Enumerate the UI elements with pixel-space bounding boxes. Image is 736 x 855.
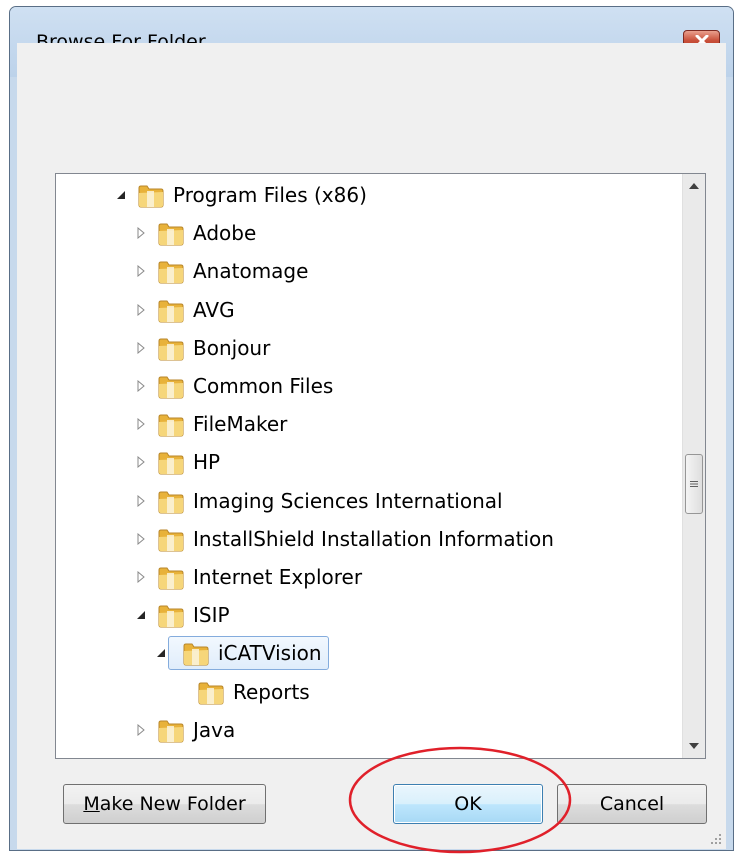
folder-icon xyxy=(157,296,185,324)
tree-item-label: Bonjour xyxy=(193,335,271,360)
tree-item[interactable]: Bonjour xyxy=(134,329,270,367)
folder-icon xyxy=(157,563,185,591)
tree-item-content[interactable]: ISIP xyxy=(148,601,230,629)
tree-item-label: Reports xyxy=(233,679,310,704)
browse-for-folder-dialog: Browse For Folder Program Files (x86) Ado… xyxy=(9,6,734,851)
folder-icon xyxy=(157,487,185,515)
tree-item-label: FileMaker xyxy=(193,412,288,437)
collapsed-triangle-icon[interactable] xyxy=(134,341,148,355)
folder-icon xyxy=(157,525,185,553)
tree-item[interactable]: Reports xyxy=(174,673,310,711)
make-new-folder-button[interactable]: Make New Folder xyxy=(63,784,266,824)
dialog-body: Program Files (x86) Adobe Anatomage AVG Bonj… xyxy=(17,43,726,849)
tree-item-content[interactable]: Bonjour xyxy=(148,334,270,362)
vertical-scrollbar[interactable] xyxy=(682,174,705,758)
tree-item[interactable]: Java xyxy=(134,711,235,749)
tree-item-content[interactable]: FileMaker xyxy=(148,410,287,438)
folder-icon xyxy=(157,334,185,362)
folder-icon xyxy=(157,257,185,285)
tree-item-label: Adobe xyxy=(193,221,257,246)
tree-item-label: Anatomage xyxy=(193,259,309,284)
collapsed-triangle-icon[interactable] xyxy=(134,379,148,393)
arrow-up-icon xyxy=(689,183,699,189)
make-new-folder-mnemonic: M xyxy=(83,793,100,815)
cancel-label: Cancel xyxy=(599,793,665,815)
tree-item[interactable]: Anatomage xyxy=(134,252,308,290)
folder-icon xyxy=(157,601,185,629)
tree-item-label: InstallShield Installation Information xyxy=(193,526,554,551)
tree-item-content[interactable]: iCATVision xyxy=(168,636,329,671)
scroll-thumb[interactable] xyxy=(685,454,703,514)
resize-grip-icon[interactable] xyxy=(710,833,722,845)
collapsed-triangle-icon[interactable] xyxy=(134,570,148,584)
tree-item-content[interactable]: Imaging Sciences International xyxy=(148,487,503,515)
tree-item-label: ISIP xyxy=(193,603,230,628)
folder-icon xyxy=(157,448,185,476)
folder-icon xyxy=(137,181,165,209)
tree-item[interactable]: Common Files xyxy=(134,367,333,405)
folder-icon xyxy=(157,219,185,247)
scroll-down-button[interactable] xyxy=(683,734,705,758)
ok-label: OK xyxy=(454,793,482,815)
tree-item-content[interactable]: Java xyxy=(148,716,235,744)
folder-icon xyxy=(157,410,185,438)
grip-lines-icon xyxy=(690,481,698,487)
tree-item[interactable]: FileMaker xyxy=(134,405,287,443)
tree-item-content[interactable]: AVG xyxy=(148,296,235,324)
tree-item-content[interactable]: Common Files xyxy=(148,372,333,400)
folder-icon xyxy=(157,372,185,400)
tree-item[interactable]: Internet Explorer xyxy=(134,558,362,596)
folder-tree[interactable]: Program Files (x86) Adobe Anatomage AVG Bonj… xyxy=(55,173,706,759)
scroll-up-button[interactable] xyxy=(683,174,705,198)
collapsed-triangle-icon[interactable] xyxy=(134,264,148,278)
tree-item-label: Imaging Sciences International xyxy=(193,488,503,513)
expanded-triangle-icon[interactable] xyxy=(154,646,168,660)
expanded-triangle-icon[interactable] xyxy=(114,188,128,202)
tree-item[interactable]: iCATVision xyxy=(154,634,329,672)
tree-item-content[interactable]: Program Files (x86) xyxy=(128,181,367,209)
tree-item[interactable]: HP xyxy=(134,443,220,481)
tree-item-label: AVG xyxy=(193,297,235,322)
tree-item[interactable]: InstallShield Installation Information xyxy=(134,520,554,558)
ok-button[interactable]: OK xyxy=(393,784,543,824)
tree-item-content[interactable]: Adobe xyxy=(148,219,256,247)
tree-item[interactable]: ISIP xyxy=(134,596,230,634)
collapsed-triangle-icon[interactable] xyxy=(134,455,148,469)
collapsed-triangle-icon[interactable] xyxy=(134,532,148,546)
tree-item-label: Common Files xyxy=(193,374,334,398)
tree-item-label: HP xyxy=(193,450,221,475)
collapsed-triangle-icon[interactable] xyxy=(134,494,148,508)
collapsed-triangle-icon[interactable] xyxy=(134,303,148,317)
folder-icon xyxy=(197,678,225,706)
tree-item[interactable]: Imaging Sciences International xyxy=(134,482,503,520)
tree-item-content[interactable]: Anatomage xyxy=(148,257,308,285)
expanded-triangle-icon[interactable] xyxy=(134,608,148,622)
tree-item-label: iCATVision xyxy=(218,641,322,666)
tree-item-content[interactable]: Internet Explorer xyxy=(148,563,362,591)
tree-item-label: Java xyxy=(193,717,236,742)
tree-item-label: Program Files (x86) xyxy=(173,183,367,207)
tree-item-content[interactable]: HP xyxy=(148,448,220,476)
make-new-folder-label: ake New Folder xyxy=(99,793,246,815)
tree-item[interactable]: AVG xyxy=(134,291,235,329)
collapsed-triangle-icon[interactable] xyxy=(134,417,148,431)
folder-icon xyxy=(157,716,185,744)
tree-item-content[interactable]: InstallShield Installation Information xyxy=(148,525,554,553)
tree-item-content[interactable]: Reports xyxy=(188,678,310,706)
tree-item-label: Internet Explorer xyxy=(193,565,363,589)
folder-icon xyxy=(182,639,210,667)
cancel-button[interactable]: Cancel xyxy=(557,784,707,824)
arrow-down-icon xyxy=(689,743,699,749)
collapsed-triangle-icon[interactable] xyxy=(134,723,148,737)
tree-item[interactable]: Adobe xyxy=(134,214,256,252)
collapsed-triangle-icon[interactable] xyxy=(134,226,148,240)
tree-item[interactable]: Program Files (x86) xyxy=(114,176,367,214)
expander-placeholder xyxy=(174,685,188,699)
